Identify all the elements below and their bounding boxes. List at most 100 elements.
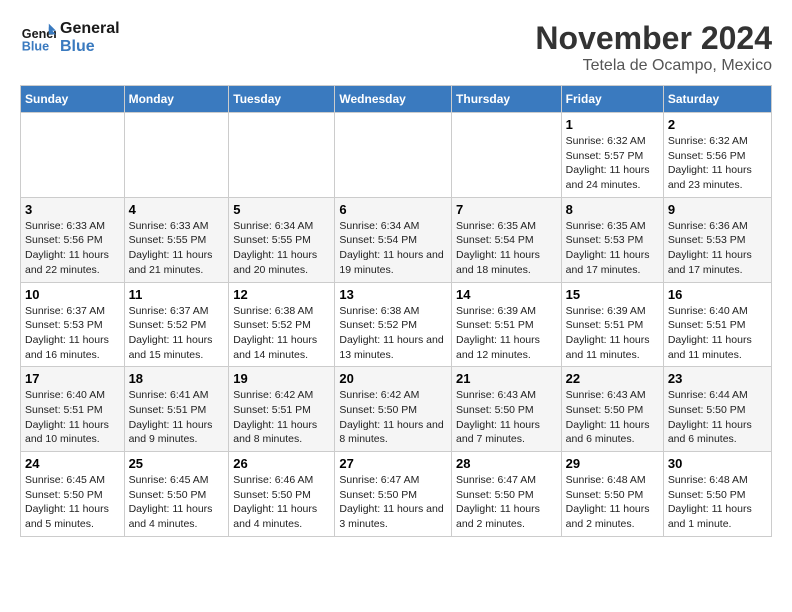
calendar-cell: 20 Sunrise: 6:42 AM Sunset: 5:50 PM Dayli… [335,367,452,452]
day-info: Sunrise: 6:39 AM Sunset: 5:51 PM Dayligh… [456,304,557,363]
calendar-cell [229,113,335,198]
day-number: 26 [233,456,330,471]
day-number: 24 [25,456,120,471]
day-info: Sunrise: 6:45 AM Sunset: 5:50 PM Dayligh… [25,473,120,532]
calendar-week-2: 3Sunrise: 6:33 AM Sunset: 5:56 PM Daylig… [21,197,772,282]
day-info: Sunrise: 6:42 AM Sunset: 5:51 PM Dayligh… [233,388,330,447]
day-number: 12 [233,287,330,302]
calendar-cell [21,113,125,198]
day-info: Sunrise: 6:34 AM Sunset: 5:55 PM Dayligh… [233,219,330,278]
day-number: 23 [668,371,767,386]
title-section: November 2024 Tetela de Ocampo, Mexico [535,20,772,75]
calendar-cell: 28 Sunrise: 6:47 AM Sunset: 5:50 PM Dayli… [452,452,562,537]
calendar-cell [124,113,229,198]
location: Tetela de Ocampo, Mexico [535,57,772,75]
logo-icon: General Blue [20,20,56,56]
day-info: Sunrise: 6:42 AM Sunset: 5:50 PM Dayligh… [339,388,447,447]
day-info: Sunrise: 6:48 AM Sunset: 5:50 PM Dayligh… [668,473,767,532]
month-title: November 2024 [535,20,772,57]
calendar-cell: 6Sunrise: 6:34 AM Sunset: 5:54 PM Daylig… [335,197,452,282]
day-info: Sunrise: 6:47 AM Sunset: 5:50 PM Dayligh… [339,473,447,532]
day-info: Sunrise: 6:43 AM Sunset: 5:50 PM Dayligh… [566,388,659,447]
calendar-cell: 26Sunrise: 6:46 AM Sunset: 5:50 PM Dayli… [229,452,335,537]
calendar-cell: 13 Sunrise: 6:38 AM Sunset: 5:52 PM Dayli… [335,282,452,367]
calendar-cell: 9 Sunrise: 6:36 AM Sunset: 5:53 PM Daylig… [663,197,771,282]
day-info: Sunrise: 6:41 AM Sunset: 5:51 PM Dayligh… [129,388,225,447]
day-info: Sunrise: 6:36 AM Sunset: 5:53 PM Dayligh… [668,219,767,278]
weekday-header-friday: Friday [561,86,663,113]
day-number: 28 [456,456,557,471]
weekday-header-thursday: Thursday [452,86,562,113]
day-info: Sunrise: 6:39 AM Sunset: 5:51 PM Dayligh… [566,304,659,363]
calendar-cell: 2Sunrise: 6:32 AM Sunset: 5:56 PM Daylig… [663,113,771,198]
logo-general: General [60,20,120,38]
calendar-cell: 15 Sunrise: 6:39 AM Sunset: 5:51 PM Dayli… [561,282,663,367]
svg-text:Blue: Blue [22,40,49,54]
calendar-cell: 12 Sunrise: 6:38 AM Sunset: 5:52 PM Dayli… [229,282,335,367]
calendar-cell: 14 Sunrise: 6:39 AM Sunset: 5:51 PM Dayli… [452,282,562,367]
day-number: 22 [566,371,659,386]
logo-blue: Blue [60,38,120,56]
day-number: 16 [668,287,767,302]
day-number: 17 [25,371,120,386]
day-info: Sunrise: 6:35 AM Sunset: 5:54 PM Dayligh… [456,219,557,278]
day-number: 27 [339,456,447,471]
day-number: 5 [233,202,330,217]
weekday-header-saturday: Saturday [663,86,771,113]
calendar-cell: 5 Sunrise: 6:34 AM Sunset: 5:55 PM Daylig… [229,197,335,282]
day-info: Sunrise: 6:37 AM Sunset: 5:53 PM Dayligh… [25,304,120,363]
calendar-week-1: 1Sunrise: 6:32 AM Sunset: 5:57 PM Daylig… [21,113,772,198]
calendar-table: SundayMondayTuesdayWednesdayThursdayFrid… [20,85,772,537]
day-number: 20 [339,371,447,386]
day-number: 2 [668,117,767,132]
calendar-cell: 8 Sunrise: 6:35 AM Sunset: 5:53 PM Daylig… [561,197,663,282]
calendar-header-row: SundayMondayTuesdayWednesdayThursdayFrid… [21,86,772,113]
day-info: Sunrise: 6:35 AM Sunset: 5:53 PM Dayligh… [566,219,659,278]
weekday-header-wednesday: Wednesday [335,86,452,113]
day-number: 30 [668,456,767,471]
logo: General Blue General Blue [20,20,120,56]
calendar-cell: 16 Sunrise: 6:40 AM Sunset: 5:51 PM Dayli… [663,282,771,367]
calendar-cell: 1Sunrise: 6:32 AM Sunset: 5:57 PM Daylig… [561,113,663,198]
day-number: 29 [566,456,659,471]
day-info: Sunrise: 6:45 AM Sunset: 5:50 PM Dayligh… [129,473,225,532]
day-info: Sunrise: 6:40 AM Sunset: 5:51 PM Dayligh… [668,304,767,363]
day-info: Sunrise: 6:43 AM Sunset: 5:50 PM Dayligh… [456,388,557,447]
calendar-week-4: 17 Sunrise: 6:40 AM Sunset: 5:51 PM Dayli… [21,367,772,452]
day-number: 11 [129,287,225,302]
day-number: 21 [456,371,557,386]
calendar-cell: 21 Sunrise: 6:43 AM Sunset: 5:50 PM Dayli… [452,367,562,452]
day-number: 9 [668,202,767,217]
day-info: Sunrise: 6:32 AM Sunset: 5:57 PM Dayligh… [566,134,659,193]
calendar-cell: 7 Sunrise: 6:35 AM Sunset: 5:54 PM Daylig… [452,197,562,282]
day-number: 14 [456,287,557,302]
calendar-cell [452,113,562,198]
day-number: 18 [129,371,225,386]
calendar-cell: 27 Sunrise: 6:47 AM Sunset: 5:50 PM Dayli… [335,452,452,537]
day-number: 15 [566,287,659,302]
day-info: Sunrise: 6:38 AM Sunset: 5:52 PM Dayligh… [233,304,330,363]
calendar-cell: 24 Sunrise: 6:45 AM Sunset: 5:50 PM Dayli… [21,452,125,537]
calendar-cell: 30 Sunrise: 6:48 AM Sunset: 5:50 PM Dayli… [663,452,771,537]
day-info: Sunrise: 6:47 AM Sunset: 5:50 PM Dayligh… [456,473,557,532]
calendar-week-3: 10Sunrise: 6:37 AM Sunset: 5:53 PM Dayli… [21,282,772,367]
day-number: 19 [233,371,330,386]
day-info: Sunrise: 6:37 AM Sunset: 5:52 PM Dayligh… [129,304,225,363]
day-number: 8 [566,202,659,217]
calendar-cell: 25 Sunrise: 6:45 AM Sunset: 5:50 PM Dayli… [124,452,229,537]
day-info: Sunrise: 6:38 AM Sunset: 5:52 PM Dayligh… [339,304,447,363]
calendar-cell: 11 Sunrise: 6:37 AM Sunset: 5:52 PM Dayli… [124,282,229,367]
day-number: 13 [339,287,447,302]
day-number: 25 [129,456,225,471]
calendar-cell: 3Sunrise: 6:33 AM Sunset: 5:56 PM Daylig… [21,197,125,282]
day-info: Sunrise: 6:44 AM Sunset: 5:50 PM Dayligh… [668,388,767,447]
day-number: 7 [456,202,557,217]
day-info: Sunrise: 6:40 AM Sunset: 5:51 PM Dayligh… [25,388,120,447]
calendar-cell: 19 Sunrise: 6:42 AM Sunset: 5:51 PM Dayli… [229,367,335,452]
weekday-header-sunday: Sunday [21,86,125,113]
day-info: Sunrise: 6:33 AM Sunset: 5:56 PM Dayligh… [25,219,120,278]
calendar-cell: 17 Sunrise: 6:40 AM Sunset: 5:51 PM Dayli… [21,367,125,452]
calendar-week-5: 24 Sunrise: 6:45 AM Sunset: 5:50 PM Dayli… [21,452,772,537]
weekday-header-tuesday: Tuesday [229,86,335,113]
day-number: 6 [339,202,447,217]
